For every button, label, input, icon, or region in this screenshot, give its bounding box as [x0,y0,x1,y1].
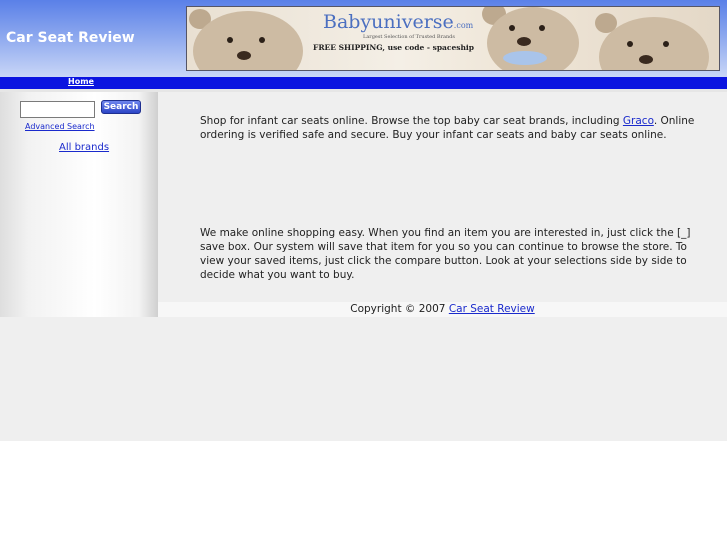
bear-eye-decoration [227,37,233,43]
copyright-text: Copyright © 2007 [350,303,449,315]
logo-subtitle: Largest Selection of Trusted Brands [363,34,455,40]
nav-bar: Home [0,77,727,89]
nav-home-link[interactable]: Home [68,77,94,86]
search-button[interactable]: Search [101,100,141,114]
babyuniverse-logo: Babyuniverse.com [323,11,473,33]
logo-suffix: .com [453,21,474,30]
site-title: Car Seat Review [6,30,135,46]
bear-nose-decoration [517,37,531,46]
babyuniverse-banner-ad[interactable]: Babyuniverse.com Largest Selection of Tr… [186,6,720,71]
bow-ribbon-decoration [503,51,547,65]
all-brands-link[interactable]: All brands [59,142,109,153]
sidebar: Search Advanced Search All brands [0,92,158,317]
bear-eye-decoration [627,41,633,47]
page-bottom-background [0,317,727,441]
promo-text: FREE SHIPPING, use code - spaceship [313,43,475,52]
logo-text: Babyuniverse [323,11,454,33]
bear-eye-decoration [259,37,265,43]
intro-paragraph: Shop for infant car seats online. Browse… [200,114,695,142]
bear-eye-decoration [509,25,515,31]
graco-link[interactable]: Graco [623,115,654,127]
shopping-help-paragraph: We make online shopping easy. When you f… [200,227,691,281]
search-input[interactable] [20,101,95,118]
main-content: Shop for infant car seats online. Browse… [158,92,727,302]
bear-eye-decoration [663,41,669,47]
bear-nose-decoration [237,51,251,60]
footer: Copyright © 2007 Car Seat Review [158,302,727,317]
bear-eye-decoration [539,25,545,31]
intro-text-start: Shop for infant car seats online. Browse… [200,115,623,127]
bear-nose-decoration [639,55,653,64]
header: Car Seat Review Babyuniverse.com Largest… [0,0,727,77]
advanced-search-link[interactable]: Advanced Search [25,122,95,131]
footer-site-link[interactable]: Car Seat Review [449,303,535,315]
